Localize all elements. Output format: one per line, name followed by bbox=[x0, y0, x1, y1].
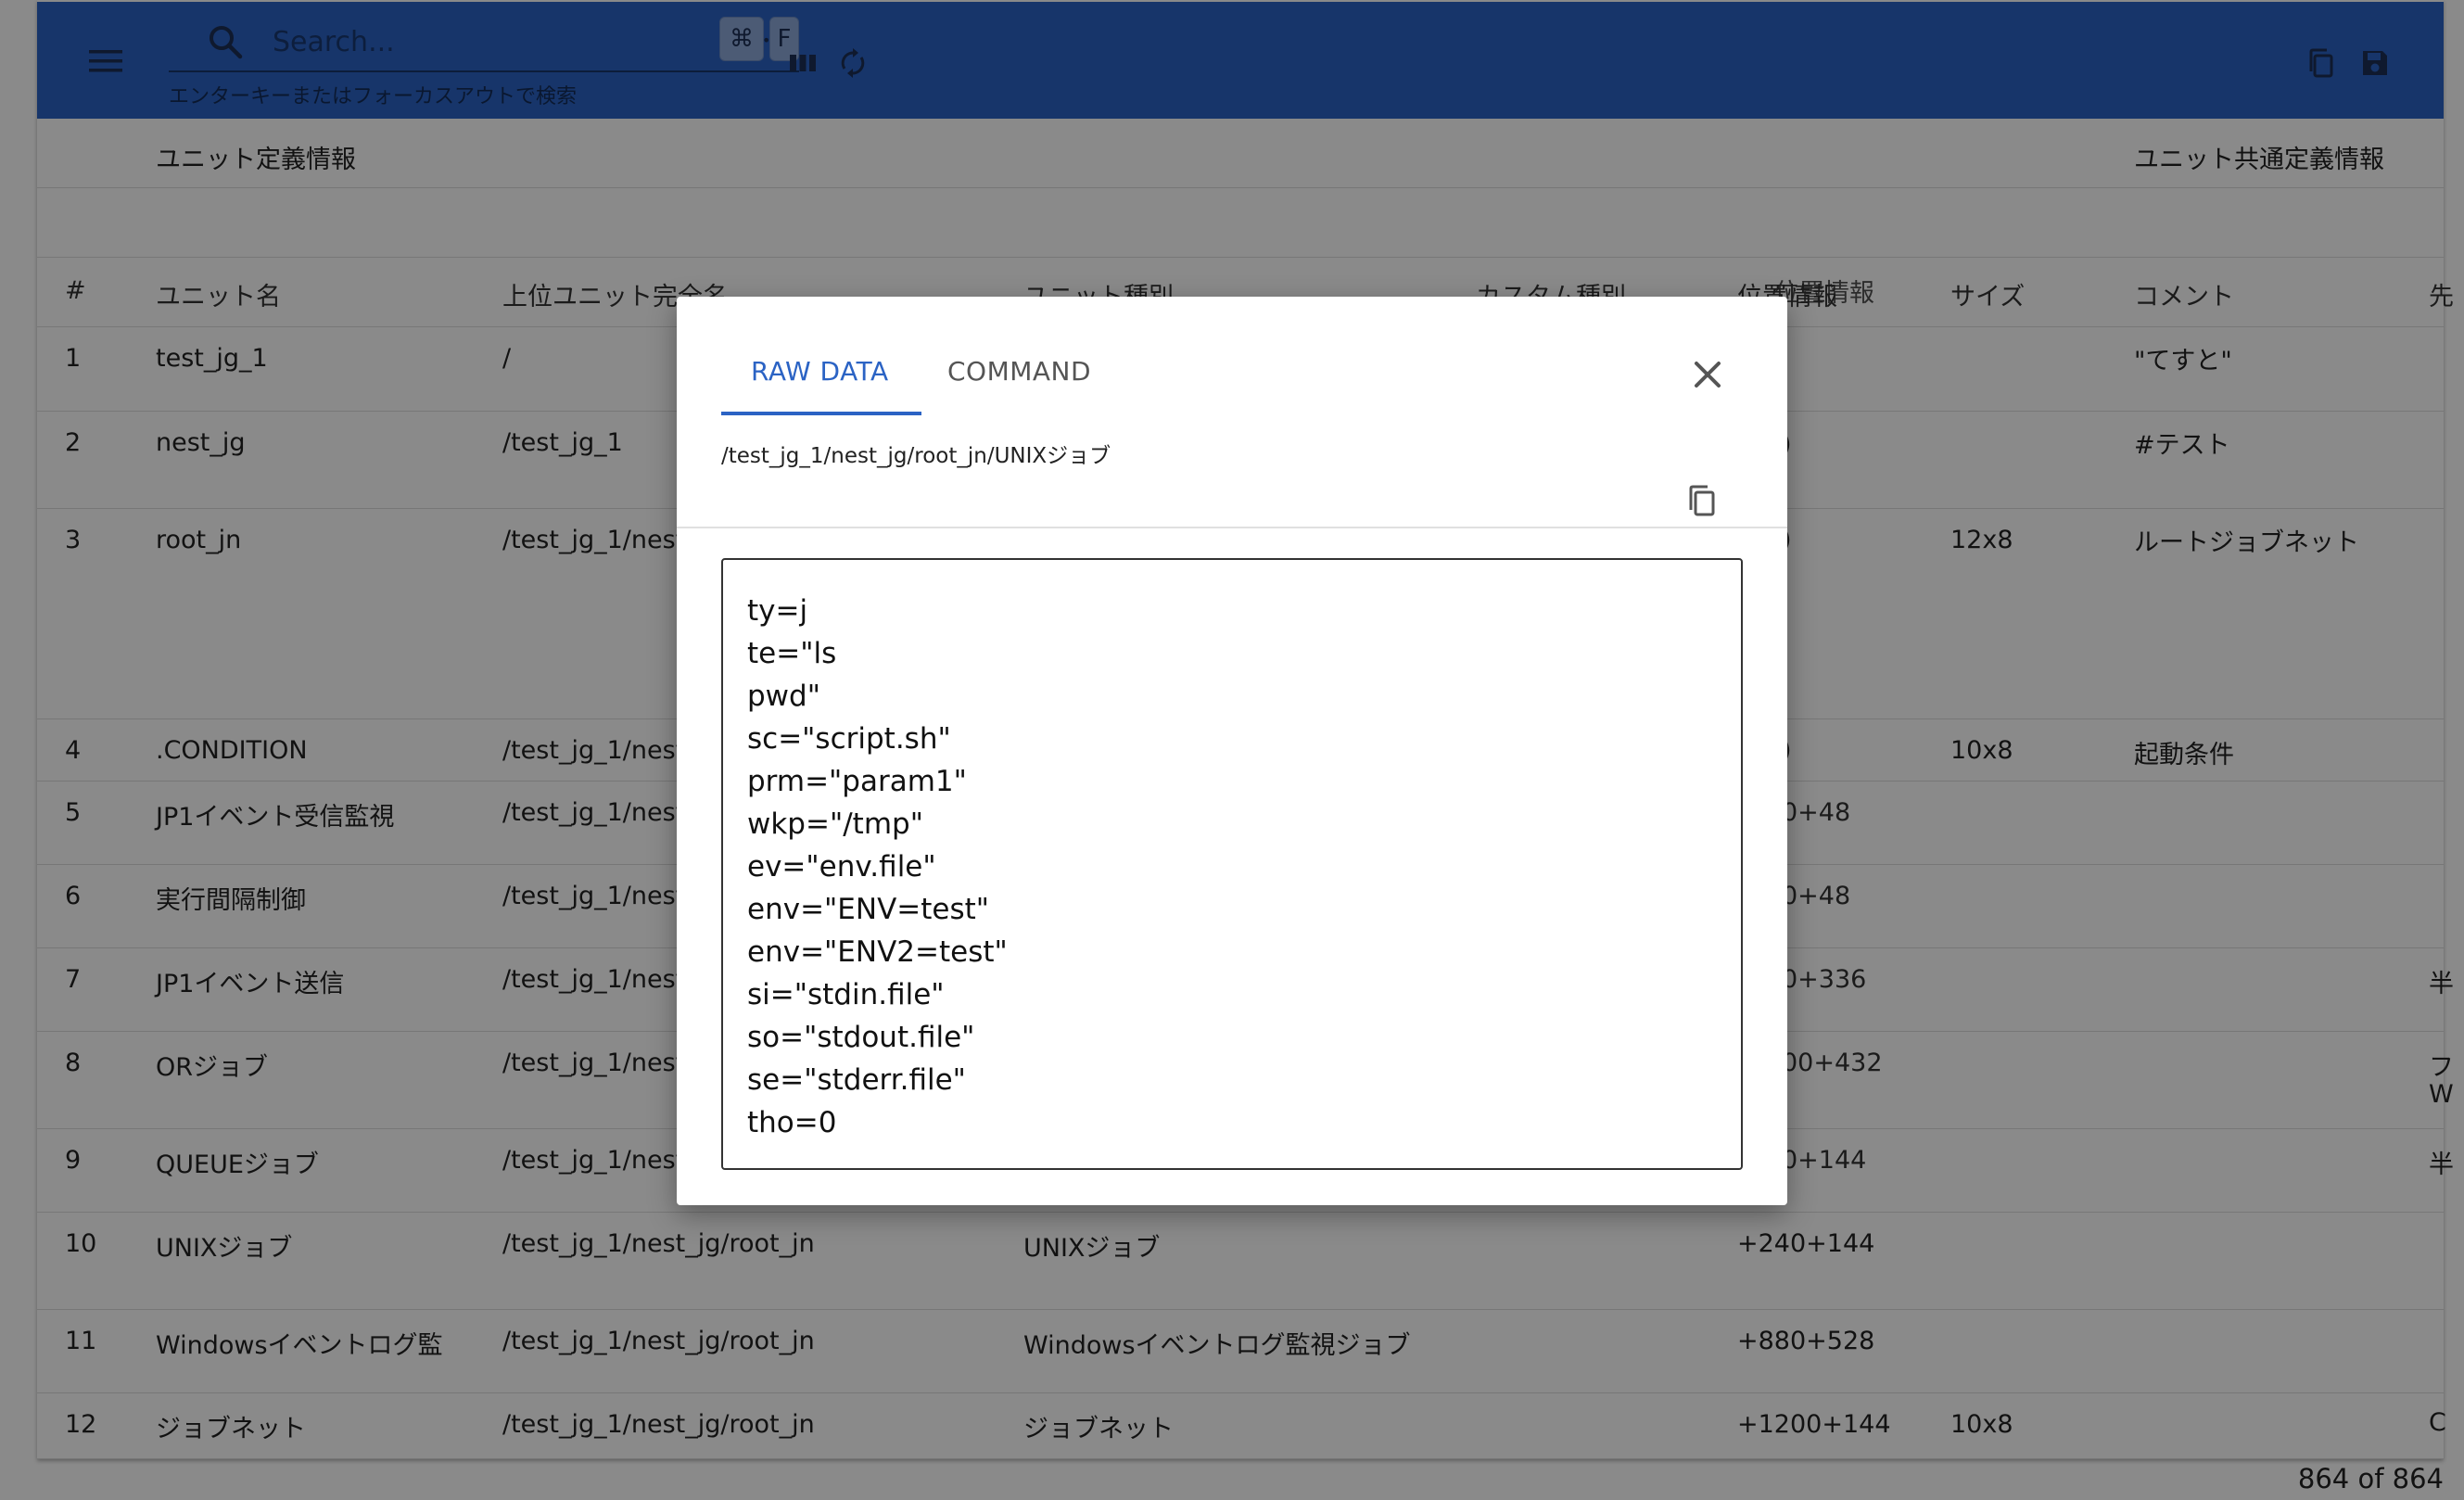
raw-line: prm="param1" bbox=[747, 765, 967, 798]
raw-line: wkp="/tmp" bbox=[747, 807, 923, 841]
raw-line: sc="script.sh" bbox=[747, 722, 951, 756]
raw-line: si="stdin.file" bbox=[747, 978, 945, 1011]
raw-line: pwd" bbox=[747, 680, 820, 713]
raw-line: ev="env.file" bbox=[747, 850, 936, 883]
close-icon[interactable] bbox=[1687, 354, 1728, 395]
unit-full-path: /test_jg_1/nest_jg/root_jn/UNIXジョブ bbox=[721, 444, 1111, 468]
raw-data-textarea[interactable]: ty=j te="ls pwd" sc="script.sh" prm="par… bbox=[721, 558, 1743, 1170]
raw-line: tho=0 bbox=[747, 1106, 837, 1139]
dialog-divider bbox=[677, 527, 1787, 528]
tab-command[interactable]: COMMAND bbox=[947, 356, 1091, 387]
raw-line: env="ENV2=test" bbox=[747, 935, 1008, 969]
tab-raw-data[interactable]: RAW DATA bbox=[751, 356, 889, 387]
raw-data-dialog: RAW DATA COMMAND /test_jg_1/nest_jg/root… bbox=[677, 297, 1787, 1205]
raw-line: te="ls bbox=[747, 637, 837, 670]
raw-line: se="stderr.file" bbox=[747, 1063, 966, 1097]
copy-icon[interactable] bbox=[1683, 482, 1721, 519]
raw-line: env="ENV=test" bbox=[747, 893, 990, 926]
active-tab-indicator bbox=[721, 412, 921, 415]
raw-line: so="stdout.file" bbox=[747, 1021, 975, 1054]
raw-line: ty=j bbox=[747, 594, 808, 628]
